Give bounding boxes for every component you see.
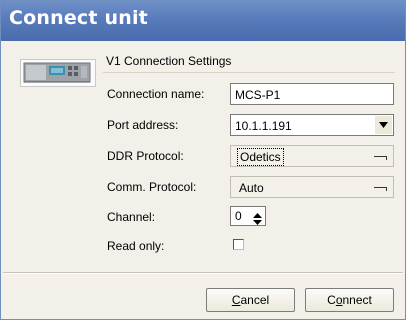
chevron-down-icon (379, 122, 388, 128)
ddr-protocol-select[interactable]: Odetics (230, 145, 394, 167)
comm-protocol-select[interactable]: Auto (230, 176, 394, 198)
cancel-label: ancel (240, 293, 270, 307)
window-title: Connect unit (9, 7, 148, 29)
ddr-protocol-value: Odetics (237, 148, 284, 166)
connect-label: nnect (342, 293, 372, 307)
group-divider (103, 72, 395, 73)
port-address-label: Port address: (107, 118, 179, 132)
read-only-label: Read only: (107, 239, 165, 253)
channel-label: Channel: (107, 210, 156, 224)
connection-name-input[interactable]: MCS-P1 (230, 83, 394, 105)
connect-label-prefix: C (327, 293, 336, 307)
option-menu-indicator-icon (374, 156, 387, 160)
cancel-button[interactable]: Cancel (206, 288, 295, 312)
comm-protocol-label: Comm. Protocol: (107, 180, 197, 194)
port-address-combobox[interactable]: 10.1.1.191 (230, 114, 394, 136)
title-bar[interactable]: Connect unit (1, 1, 405, 41)
port-address-dropdown-button[interactable] (375, 116, 392, 134)
connection-name-label: Connection name: (107, 87, 205, 101)
ddr-protocol-label: DDR Protocol: (107, 149, 184, 163)
port-address-value: 10.1.1.191 (235, 119, 292, 133)
option-menu-indicator-icon (374, 187, 387, 191)
read-only-checkbox[interactable] (233, 239, 244, 250)
connect-unit-dialog: Connect unit V1 Connection Settings Conn… (0, 0, 406, 320)
comm-protocol-value: Auto (239, 181, 264, 195)
rack-unit-icon (20, 59, 96, 87)
connection-name-value: MCS-P1 (235, 88, 281, 102)
arrow-down-icon (253, 220, 262, 225)
channel-decrement-button[interactable] (251, 216, 264, 225)
channel-value: 0 (235, 209, 242, 223)
connect-button[interactable]: Connect (305, 288, 394, 312)
connect-mnemonic: o (335, 293, 343, 307)
channel-spinbox[interactable]: 0 (230, 206, 266, 226)
channel-increment-button[interactable] (251, 208, 264, 218)
group-title: V1 Connection Settings (106, 54, 232, 68)
